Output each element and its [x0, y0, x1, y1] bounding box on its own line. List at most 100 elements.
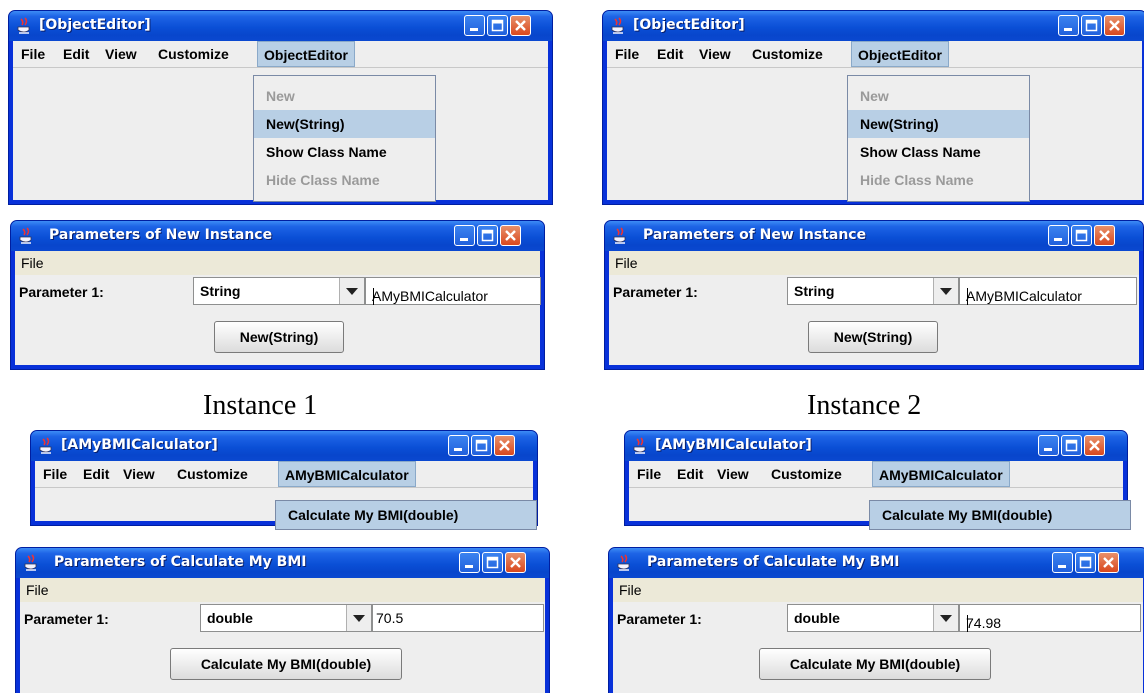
menu-item-calculate-bmi[interactable]: Calculate My BMI(double) — [870, 501, 1130, 529]
menu-edit[interactable]: Edit — [677, 466, 703, 482]
dialog-client: File Parameter 1: String AMyBMICalculato… — [15, 251, 541, 365]
maximize-button[interactable] — [487, 15, 508, 36]
menu-view[interactable]: View — [717, 466, 749, 482]
menu-item-hide-class-name[interactable]: Hide Class Name — [848, 166, 1029, 194]
menu-customize[interactable]: Customize — [752, 46, 823, 62]
title-bar[interactable]: [AMyBMICalculator] — [625, 431, 1127, 461]
menu-item-new[interactable]: New — [254, 82, 435, 110]
maximize-button[interactable] — [471, 435, 492, 456]
menu-item-new-string[interactable]: New(String) — [848, 110, 1029, 138]
input-value: AMyBMICalculator — [372, 288, 488, 304]
title-bar[interactable]: [AMyBMICalculator] — [31, 431, 537, 461]
minimize-icon — [1064, 28, 1072, 31]
new-string-button[interactable]: New(String) — [808, 321, 938, 353]
calculate-bmi-button[interactable]: Calculate My BMI(double) — [759, 648, 991, 680]
menu-customize[interactable]: Customize — [771, 466, 842, 482]
parameter-type-select[interactable]: double — [787, 604, 959, 632]
menu-view[interactable]: View — [123, 466, 155, 482]
title-bar[interactable]: Parameters of Calculate My BMI — [609, 548, 1144, 578]
parameter-value-input[interactable]: AMyBMICalculator — [959, 277, 1137, 305]
title-bar[interactable]: [ObjectEditor] — [9, 11, 552, 41]
minimize-button[interactable] — [459, 552, 480, 573]
java-icon — [19, 227, 32, 244]
parameter-type-select[interactable]: double — [200, 604, 372, 632]
menu-file[interactable]: File — [26, 582, 49, 598]
maximize-icon — [1079, 556, 1092, 569]
minimize-button[interactable] — [1058, 15, 1079, 36]
menu-amybmicalculator[interactable]: AMyBMICalculator — [278, 461, 416, 487]
dropdown-arrow[interactable] — [339, 278, 364, 304]
menu-objecteditor[interactable]: ObjectEditor — [257, 41, 356, 67]
minimize-button[interactable] — [448, 435, 469, 456]
maximize-button[interactable] — [1081, 15, 1102, 36]
parameter-value-input[interactable]: AMyBMICalculator — [365, 277, 541, 305]
minimize-button[interactable] — [1052, 552, 1073, 573]
menu-edit[interactable]: Edit — [83, 466, 109, 482]
close-button[interactable] — [494, 435, 515, 456]
calculator-dropdown: Calculate My BMI(double) — [275, 500, 537, 530]
file-menu-bar: File — [613, 578, 1143, 602]
parameter-type-select[interactable]: String — [787, 277, 959, 305]
menu-objecteditor[interactable]: ObjectEditor — [851, 41, 950, 67]
close-icon — [510, 557, 521, 568]
minimize-button[interactable] — [454, 225, 475, 246]
close-button[interactable] — [510, 15, 531, 36]
java-icon — [617, 554, 630, 571]
close-button[interactable] — [500, 225, 521, 246]
dropdown-arrow[interactable] — [933, 605, 958, 631]
java-icon — [613, 227, 626, 244]
menu-file[interactable]: File — [637, 466, 661, 482]
calculate-bmi-button[interactable]: Calculate My BMI(double) — [170, 648, 402, 680]
menu-item-calculate-bmi[interactable]: Calculate My BMI(double) — [276, 501, 536, 529]
menu-view[interactable]: View — [699, 46, 731, 62]
parameter-type-select[interactable]: String — [193, 277, 365, 305]
file-menu-bar: File — [15, 251, 540, 275]
maximize-button[interactable] — [482, 552, 503, 573]
title-bar[interactable]: [ObjectEditor] — [603, 11, 1144, 41]
menu-customize[interactable]: Customize — [177, 466, 248, 482]
file-menu-bar: File — [20, 578, 545, 602]
menu-item-hide-class-name[interactable]: Hide Class Name — [254, 166, 435, 194]
new-string-button[interactable]: New(String) — [214, 321, 344, 353]
menu-file[interactable]: File — [43, 466, 67, 482]
caption-instance-2: Instance 2 — [807, 390, 922, 421]
close-button[interactable] — [1098, 552, 1119, 573]
maximize-button[interactable] — [477, 225, 498, 246]
parameter-value-input[interactable]: 74.98 — [959, 604, 1141, 632]
menu-edit[interactable]: Edit — [63, 46, 89, 62]
menu-item-new-string[interactable]: New(String) — [254, 110, 435, 138]
select-value: double — [207, 610, 253, 626]
maximize-button[interactable] — [1061, 435, 1082, 456]
menu-item-show-class-name[interactable]: Show Class Name — [254, 138, 435, 166]
menu-file[interactable]: File — [615, 255, 638, 271]
title-bar[interactable]: Parameters of New Instance — [11, 221, 544, 251]
menu-item-show-class-name[interactable]: Show Class Name — [848, 138, 1029, 166]
title-bar[interactable]: Parameters of Calculate My BMI — [16, 548, 549, 578]
menu-file[interactable]: File — [21, 255, 44, 271]
parameter-label: Parameter 1: — [24, 611, 109, 627]
menu-item-new[interactable]: New — [848, 82, 1029, 110]
menu-customize[interactable]: Customize — [158, 46, 229, 62]
menu-edit[interactable]: Edit — [657, 46, 683, 62]
close-button[interactable] — [1104, 15, 1125, 36]
maximize-icon — [481, 229, 494, 242]
close-button[interactable] — [505, 552, 526, 573]
maximize-button[interactable] — [1075, 552, 1096, 573]
maximize-icon — [486, 556, 499, 569]
minimize-button[interactable] — [464, 15, 485, 36]
menu-amybmicalculator[interactable]: AMyBMICalculator — [872, 461, 1010, 487]
minimize-button[interactable] — [1048, 225, 1069, 246]
menu-view[interactable]: View — [105, 46, 137, 62]
minimize-button[interactable] — [1038, 435, 1059, 456]
menu-file[interactable]: File — [21, 46, 45, 62]
window-title: [AMyBMICalculator] — [655, 437, 812, 453]
menu-file[interactable]: File — [619, 582, 642, 598]
title-bar[interactable]: Parameters of New Instance — [605, 221, 1143, 251]
menu-file[interactable]: File — [615, 46, 639, 62]
dropdown-arrow[interactable] — [346, 605, 371, 631]
close-button[interactable] — [1094, 225, 1115, 246]
maximize-button[interactable] — [1071, 225, 1092, 246]
dropdown-arrow[interactable] — [933, 278, 958, 304]
parameter-value-input[interactable]: 70.5 — [372, 604, 544, 632]
close-button[interactable] — [1084, 435, 1105, 456]
